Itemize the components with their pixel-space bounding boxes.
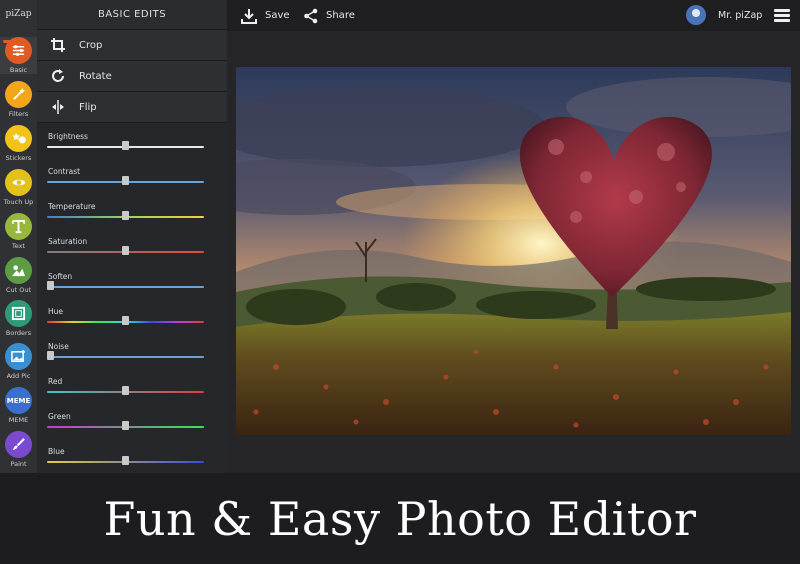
slider-thumb[interactable]: [47, 281, 54, 290]
sliders-icon: [5, 37, 32, 64]
slider-thumb[interactable]: [122, 176, 129, 185]
flip-icon: [49, 98, 67, 116]
paint-brush-icon: [5, 431, 32, 458]
add-picture-icon: [5, 343, 32, 370]
slider-noise: Noise: [47, 342, 204, 376]
panel-title: BASIC EDITS: [37, 0, 227, 30]
tool-stickers[interactable]: Stickers: [0, 125, 37, 162]
eye-icon: [5, 169, 32, 196]
tool-basic[interactable]: Basic: [0, 37, 37, 74]
slider-thumb[interactable]: [122, 456, 129, 465]
tool-filters[interactable]: Filters: [0, 81, 37, 118]
text-t-icon: [5, 213, 32, 240]
tool-label: Paint: [10, 460, 27, 468]
slider-label: Red: [48, 377, 63, 386]
tool-cut-out[interactable]: Cut Out: [0, 257, 37, 294]
slider-label: Temperature: [48, 202, 96, 211]
slider-green: Green: [47, 412, 204, 446]
share-button[interactable]: Share: [303, 0, 355, 31]
flip-button[interactable]: Flip: [37, 92, 227, 123]
slider-thumb[interactable]: [122, 421, 129, 430]
slider-track[interactable]: [47, 356, 204, 358]
border-frame-icon: [5, 300, 32, 327]
slider-saturation: Saturation: [47, 237, 204, 271]
user-name[interactable]: Mr. piZap: [718, 0, 762, 31]
pizap-logo[interactable]: piZap: [0, 0, 37, 28]
caption-banner: Fun & Easy Photo Editor: [0, 473, 800, 564]
slider-label: Brightness: [48, 132, 88, 141]
slider-hue: Hue: [47, 307, 204, 341]
slider-label: Noise: [48, 342, 69, 351]
magic-wand-icon: [5, 81, 32, 108]
slider-contrast: Contrast: [47, 167, 204, 201]
slider-thumb[interactable]: [47, 351, 54, 360]
meme-badge-text: MEME: [6, 396, 31, 405]
tool-label: Text: [11, 242, 26, 250]
tool-label: Add Pic: [6, 372, 31, 380]
tool-label: Filters: [8, 110, 29, 118]
tool-label: Borders: [5, 329, 32, 337]
cutout-icon: [5, 257, 32, 284]
tool-label: Touch Up: [3, 198, 34, 206]
slider-track[interactable]: [47, 286, 204, 288]
slider-temperature: Temperature: [47, 202, 204, 236]
tool-add-pic[interactable]: Add Pic: [0, 343, 37, 380]
slider-label: Saturation: [48, 237, 88, 246]
top-bar: Save Share Mr. piZap: [227, 0, 800, 31]
slider-thumb[interactable]: [122, 246, 129, 255]
slider-thumb[interactable]: [122, 141, 129, 150]
tool-sidebar: piZap Basic Filters Stickers Touch Up Text Cu…: [0, 0, 37, 473]
save-label: Save: [265, 10, 290, 21]
tool-label: Cut Out: [5, 286, 32, 294]
slider-thumb[interactable]: [122, 386, 129, 395]
rotate-label: Rotate: [79, 70, 112, 82]
flip-label: Flip: [79, 101, 97, 113]
slider-soften: Soften: [47, 272, 204, 306]
share-label: Share: [326, 10, 355, 21]
stickers-icon: [5, 125, 32, 152]
rotate-icon: [49, 67, 67, 85]
tool-borders[interactable]: Borders: [0, 300, 37, 337]
rotate-button[interactable]: Rotate: [37, 61, 227, 92]
download-icon: [241, 8, 257, 24]
tool-touch-up[interactable]: Touch Up: [0, 169, 37, 206]
tool-label: Basic: [9, 66, 28, 74]
slider-red: Red: [47, 377, 204, 411]
slider-label: Soften: [48, 272, 73, 281]
hamburger-menu-icon[interactable]: [774, 9, 790, 22]
slider-label: Blue: [48, 447, 65, 456]
tool-meme[interactable]: MEME MEME: [0, 387, 37, 424]
crop-icon: [49, 36, 67, 54]
slider-label: Hue: [48, 307, 64, 316]
user-avatar[interactable]: [686, 5, 706, 25]
photo-heart-tree[interactable]: [236, 67, 791, 435]
tool-label: MEME: [8, 416, 29, 424]
slider-brightness: Brightness: [47, 132, 204, 166]
slider-label: Green: [48, 412, 71, 421]
tool-text[interactable]: Text: [0, 213, 37, 250]
slider-label: Contrast: [48, 167, 81, 176]
crop-label: Crop: [79, 39, 103, 51]
slider-thumb[interactable]: [122, 316, 129, 325]
meme-icon: MEME: [5, 387, 32, 414]
share-icon: [303, 8, 319, 24]
save-button[interactable]: Save: [241, 0, 290, 31]
slider-thumb[interactable]: [122, 211, 129, 220]
caption-text: Fun & Easy Photo Editor: [103, 491, 697, 546]
crop-button[interactable]: Crop: [37, 30, 227, 61]
tool-paint[interactable]: Paint: [0, 431, 37, 468]
tool-label: Stickers: [5, 154, 32, 162]
